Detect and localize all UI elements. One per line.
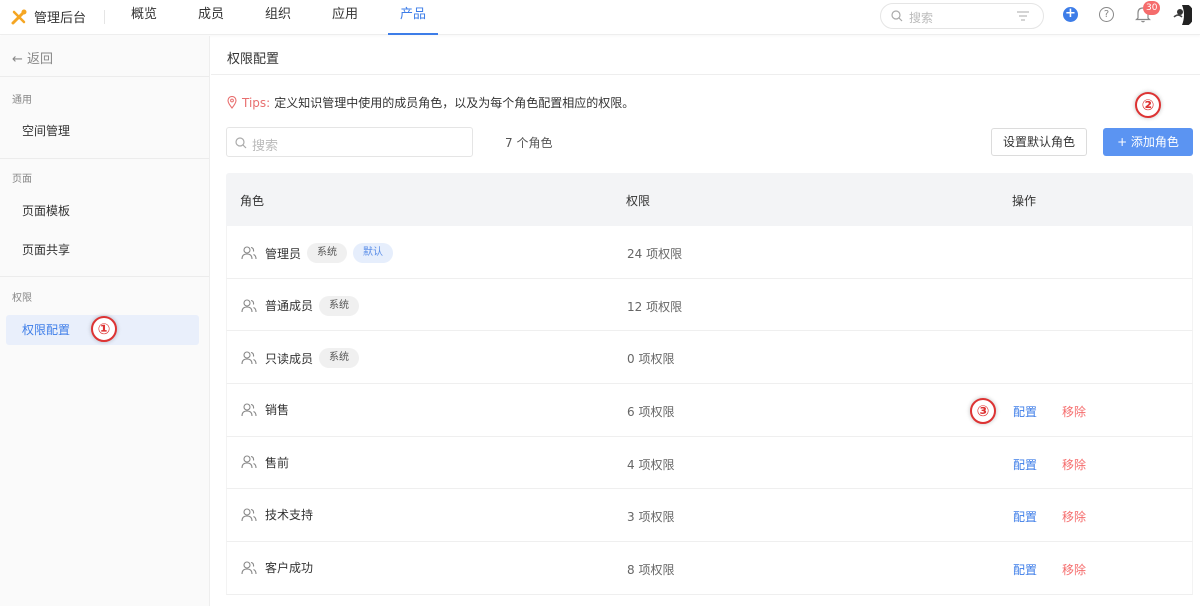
annotation-marker-1: ① (91, 316, 117, 342)
sidebar-section-title: 通用 (12, 95, 32, 106)
table-row: 销售 6 项权限 配置 移除 (226, 384, 1193, 437)
filter-icon[interactable] (1017, 11, 1029, 21)
default-tag: 默认 (353, 243, 394, 263)
table-row: 只读成员 系统 0 项权限 (226, 331, 1193, 385)
tips-banner: Tips: 定义知识管理中使用的成员角色，以及为每个角色配置相应的权限。 (227, 94, 634, 111)
add-role-button[interactable]: + 添加角色 (1103, 128, 1193, 156)
tips-text: 定义知识管理中使用的成员角色，以及为每个角色配置相应的权限。 (274, 96, 635, 110)
top-navigation-bar: 管理后台 概览 成员 组织 应用 产品 搜索 + ? 30 (0, 0, 1200, 35)
role-name: 销售 (265, 403, 290, 418)
user-group-icon (241, 299, 257, 312)
column-header-actions: 操作 (1012, 194, 1037, 208)
remove-role-link[interactable]: 移除 (1062, 456, 1086, 473)
sidebar-divider (0, 276, 209, 277)
system-tag: 系统 (307, 243, 348, 263)
sidebar-item-page-templates[interactable]: 页面模板 (6, 196, 199, 226)
tab-members[interactable]: 成员 (198, 0, 224, 35)
app-logo[interactable]: 管理后台 (10, 7, 86, 26)
system-tag: 系统 (319, 348, 360, 369)
system-tag: 系统 (319, 295, 360, 316)
table-row: 普通成员 系统 12 项权限 (226, 278, 1193, 332)
column-header-role: 角色 (240, 194, 265, 208)
annotation-marker-3: ③ (970, 398, 996, 424)
notification-count-badge: 30 (1143, 1, 1161, 15)
sidebar-item-page-sharing[interactable]: 页面共享 (6, 235, 199, 265)
tab-products[interactable]: 产品 (388, 0, 438, 35)
search-icon (235, 137, 247, 149)
table-header: 角色 权限 操作 (226, 173, 1193, 226)
avatar-image-icon (1170, 3, 1194, 27)
permission-count: 6 项权限 (627, 405, 675, 420)
table-row: 售前 4 项权限 配置 移除 (226, 436, 1193, 490)
role-search-input[interactable]: 搜索 (226, 127, 473, 157)
role-name: 售前 (265, 455, 290, 470)
table-row: 管理员 系统 默认 24 项权限 (226, 226, 1193, 279)
configure-role-link[interactable]: 配置 (1013, 508, 1037, 525)
role-name: 管理员 (265, 246, 302, 261)
help-icon[interactable]: ? (1099, 7, 1114, 22)
user-group-icon (241, 508, 257, 521)
logo-divider (104, 10, 105, 24)
back-link[interactable]: ← 返回 (12, 48, 53, 67)
sidebar-item-space-management[interactable]: 空间管理 (6, 116, 199, 146)
configure-role-link[interactable]: 配置 (1013, 403, 1037, 420)
permission-count: 4 项权限 (627, 457, 675, 472)
sidebar-section-title: 权限 (12, 293, 32, 304)
role-name: 技术支持 (265, 508, 314, 523)
remove-role-link[interactable]: 移除 (1062, 561, 1086, 578)
tools-logo-icon (11, 9, 27, 24)
remove-role-link[interactable]: 移除 (1062, 508, 1086, 525)
app-title: 管理后台 (34, 11, 87, 26)
permission-count: 12 项权限 (627, 299, 683, 314)
sidebar-divider (0, 158, 209, 159)
search-icon (891, 10, 903, 22)
user-avatar[interactable] (1170, 3, 1194, 27)
permission-count: 3 项权限 (627, 510, 675, 525)
set-default-role-button[interactable]: 设置默认角色 (991, 128, 1087, 156)
tab-overview[interactable]: 概览 (131, 0, 157, 35)
tips-label: Tips: (242, 95, 271, 110)
role-name: 客户成功 (265, 561, 314, 576)
user-group-icon (241, 403, 257, 416)
tab-applications[interactable]: 应用 (332, 0, 358, 35)
user-group-icon (241, 351, 257, 365)
table-row: 技术支持 3 项权限 配置 移除 (226, 489, 1193, 543)
user-group-icon (241, 455, 257, 469)
configure-role-link[interactable]: 配置 (1013, 456, 1037, 473)
sidebar-section-title: 页面 (12, 174, 32, 185)
search-placeholder: 搜索 (909, 11, 934, 25)
permission-count: 8 项权限 (627, 563, 675, 578)
remove-role-link[interactable]: 移除 (1062, 403, 1086, 420)
header-divider (211, 74, 1200, 75)
page-title: 权限配置 (227, 52, 280, 67)
annotation-marker-2: ② (1135, 92, 1161, 118)
role-name: 只读成员 (265, 351, 314, 366)
permission-count: 0 项权限 (627, 352, 675, 367)
location-pin-icon (227, 96, 237, 109)
tab-organization[interactable]: 组织 (265, 0, 291, 35)
role-count: 7 个角色 (505, 136, 553, 150)
user-group-icon (241, 246, 257, 260)
configure-role-link[interactable]: 配置 (1013, 561, 1037, 578)
table-row: 客户成功 8 项权限 配置 移除 (226, 542, 1193, 595)
column-header-permissions: 权限 (626, 194, 651, 208)
create-plus-icon[interactable]: + (1063, 7, 1078, 22)
global-search-input[interactable]: 搜索 (880, 3, 1044, 29)
sidebar-divider (0, 76, 209, 77)
role-search-placeholder: 搜索 (252, 139, 279, 154)
user-group-icon (241, 561, 257, 574)
permission-count: 24 项权限 (627, 247, 683, 261)
role-name: 普通成员 (265, 299, 314, 314)
roles-table: 角色 权限 操作 管理员 系统 默认 24 项权限 普通成员 系统 12 项权限… (226, 173, 1193, 595)
